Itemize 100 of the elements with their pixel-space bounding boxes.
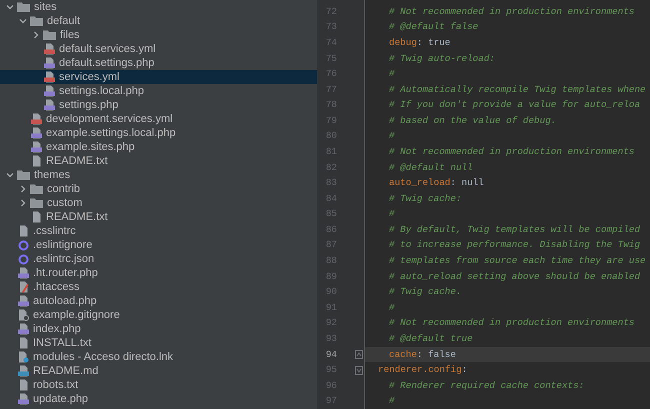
folder-row[interactable]: sites xyxy=(0,0,317,14)
file-row[interactable]: index.php xyxy=(0,322,317,336)
code-comment: # Renderer required cache contexts: xyxy=(389,378,584,393)
file-badge-icon xyxy=(18,393,29,405)
file-row[interactable]: .eslintignore xyxy=(0,238,317,252)
file-name: .eslintrc.json xyxy=(33,254,94,264)
file-badge-icon xyxy=(31,113,42,125)
fold-marker-icon[interactable] xyxy=(355,366,363,375)
file-name: settings.local.php xyxy=(59,86,144,96)
file-name: settings.php xyxy=(59,100,118,110)
code-comment: # templates from source each time they are use xyxy=(389,254,646,268)
code-comment: # Not recommended in production environments xyxy=(389,4,634,19)
folder-icon xyxy=(17,170,30,180)
folder-row[interactable]: custom xyxy=(0,196,317,210)
document-icon xyxy=(31,155,42,167)
code-comment: # xyxy=(389,207,395,222)
file-badge-icon xyxy=(44,43,55,55)
file-name: default.services.yml xyxy=(59,44,156,54)
file-name: README.txt xyxy=(46,212,108,222)
code-comment: # @default null xyxy=(389,160,473,175)
folder-row[interactable]: files xyxy=(0,28,317,42)
code-comment: # Twig cache. xyxy=(389,285,462,300)
file-name: README.txt xyxy=(46,156,108,166)
file-row[interactable]: autoload.php xyxy=(0,294,317,308)
code-comment: # to increase performance. Disabling the Twig xyxy=(389,238,640,252)
file-name: custom xyxy=(47,198,82,208)
code-comment: # Not recommended in production environments xyxy=(389,145,634,159)
file-row[interactable]: modules - Acceso directo.lnk xyxy=(0,350,317,364)
file-row[interactable]: README.txt xyxy=(0,154,317,168)
document-icon xyxy=(31,211,42,223)
file-name: robots.txt xyxy=(33,380,78,390)
code-comment: # Automatically recompile Twig templates whene xyxy=(389,82,646,97)
file-name: .ht.router.php xyxy=(33,268,98,278)
file-row[interactable]: example.gitignore xyxy=(0,308,317,322)
folder-icon xyxy=(30,184,43,194)
folder-row[interactable]: themes xyxy=(0,168,317,182)
ring-icon xyxy=(18,254,29,264)
code-value: : false xyxy=(416,348,456,362)
code-value: : null xyxy=(450,176,484,190)
file-badge-icon xyxy=(18,323,29,335)
file-row[interactable]: settings.local.php xyxy=(0,84,317,98)
folder-row[interactable]: default xyxy=(0,14,317,28)
file-row[interactable]: .csslintrc xyxy=(0,224,317,238)
file-row[interactable]: example.sites.php xyxy=(0,140,317,154)
file-name: index.php xyxy=(33,324,81,334)
code-punctuation: : xyxy=(462,363,468,378)
file-row[interactable]: example.settings.local.php xyxy=(0,126,317,140)
file-row[interactable]: services.yml xyxy=(0,70,317,84)
code-comment: # Twig auto-reload: xyxy=(389,52,496,66)
document-icon xyxy=(18,337,29,349)
file-row[interactable]: update.php xyxy=(0,392,317,406)
file-row[interactable]: default.settings.php xyxy=(0,56,317,70)
code-comment: # @default false xyxy=(389,20,478,34)
file-row[interactable]: development.services.yml xyxy=(0,112,317,126)
line-number: 94 xyxy=(324,348,337,362)
file-badge-icon xyxy=(44,99,55,111)
file-badge-icon xyxy=(44,85,55,97)
code-value: : true xyxy=(416,36,450,50)
folder-icon xyxy=(17,2,30,12)
file-row[interactable]: .htaccess xyxy=(0,280,317,294)
file-badge-icon xyxy=(31,127,42,139)
ignored-file-icon xyxy=(18,309,29,321)
file-row[interactable]: .eslintrc.json xyxy=(0,252,317,266)
file-name: example.settings.local.php xyxy=(46,128,176,138)
file-row[interactable]: INSTALL.txt xyxy=(0,336,317,350)
file-badge-icon xyxy=(18,267,29,279)
file-name: sites xyxy=(34,2,57,12)
file-name: example.sites.php xyxy=(46,142,135,152)
code-comment: # If you don't provide a value for auto_reloa xyxy=(389,98,640,112)
file-badge-icon xyxy=(31,141,42,153)
file-row[interactable]: .ht.router.php xyxy=(0,266,317,280)
code-comment: # xyxy=(389,129,395,144)
code-comment: # xyxy=(389,67,395,82)
code-comment: # Not recommended in production environments xyxy=(389,316,634,330)
pen-file-icon xyxy=(18,281,29,293)
code-comment: # xyxy=(389,300,395,315)
file-name: .htaccess xyxy=(33,282,80,292)
file-row[interactable]: default.services.yml xyxy=(0,42,317,56)
file-badge-icon xyxy=(18,295,29,307)
file-name: files xyxy=(60,30,80,40)
ring-icon xyxy=(18,240,29,250)
file-name: INSTALL.txt xyxy=(33,338,92,348)
file-row[interactable]: README.txt xyxy=(0,210,317,224)
file-name: example.gitignore xyxy=(33,310,120,320)
file-row[interactable]: README.md xyxy=(0,364,317,378)
folder-row[interactable]: contrib xyxy=(0,182,317,196)
folder-icon xyxy=(30,16,43,26)
file-name: services.yml xyxy=(59,72,120,82)
file-name: default xyxy=(47,16,80,26)
file-row[interactable]: robots.txt xyxy=(0,378,317,392)
file-name: autoload.php xyxy=(33,296,97,306)
fold-marker-icon[interactable] xyxy=(355,350,363,359)
code-key: renderer.config xyxy=(378,363,462,378)
file-row[interactable]: settings.php xyxy=(0,98,317,112)
file-name: modules - Acceso directo.lnk xyxy=(33,352,174,362)
file-name: README.md xyxy=(33,366,98,376)
folder-icon xyxy=(43,30,56,40)
code-comment: # based on the value of debug. xyxy=(389,114,556,128)
code-key: auto_reload xyxy=(389,176,450,190)
code-key: debug xyxy=(389,36,417,50)
